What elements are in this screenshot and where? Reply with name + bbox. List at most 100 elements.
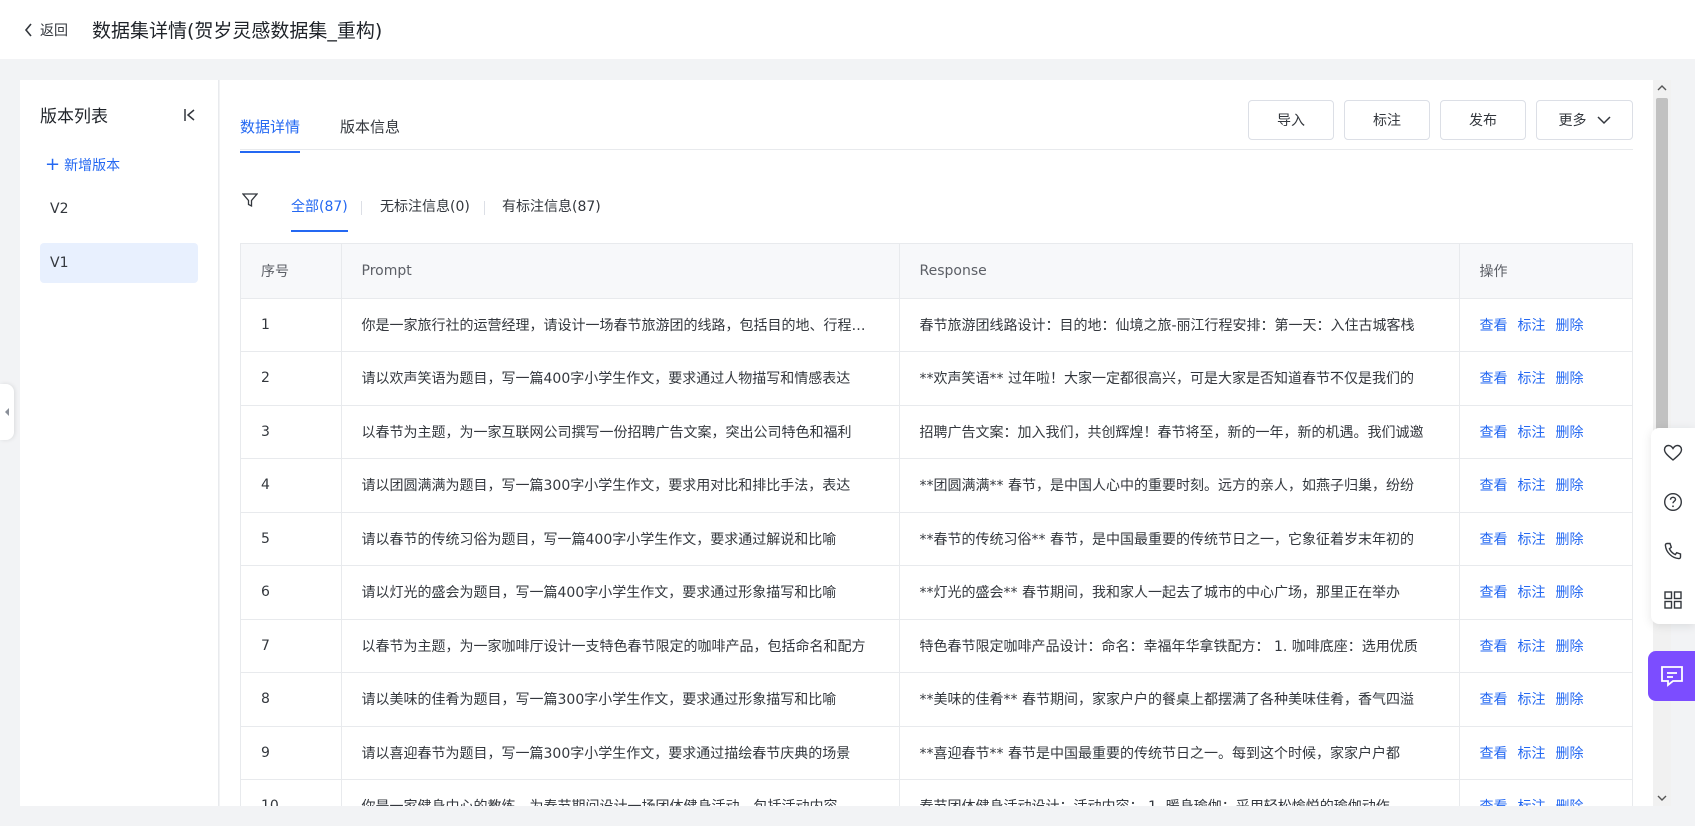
response-cell: **喜迎春节** 春节是中国最重要的传统节日之一。每到这个时候，家家户户都 <box>899 726 1460 780</box>
back-button[interactable]: 返回 <box>24 20 68 40</box>
table-row: 10你是一家健身中心的教练，为春节期间设计一场团体健身活动，包括活动内容春节团体… <box>241 779 1632 806</box>
annotate-button[interactable]: 标注 <box>1344 100 1430 140</box>
filter-unannotated[interactable]: 无标注信息(0) <box>380 196 470 230</box>
view-link[interactable]: 查看 <box>1480 478 1508 494</box>
annotate-link[interactable]: 标注 <box>1518 532 1546 548</box>
expand-panel-toggle[interactable] <box>0 384 14 440</box>
delete-link[interactable]: 删除 <box>1556 318 1584 334</box>
table-row: 6 请以灯光的盛会为题目，写一篇400字小学生作文，要求通过形象描写和比喻 **灯光… <box>241 565 1632 620</box>
chevron-left-icon <box>24 22 32 37</box>
annotate-link[interactable]: 标注 <box>1518 318 1546 334</box>
delete-link[interactable]: 删除 <box>1556 692 1584 708</box>
prompt-cell: 你是一家健身中心的教练，为春节期间设计一场团体健身活动，包括活动内容 <box>341 779 900 806</box>
view-link[interactable]: 查看 <box>1480 585 1508 601</box>
view-link[interactable]: 查看 <box>1480 799 1508 806</box>
annotate-link[interactable]: 标注 <box>1518 478 1546 494</box>
column-header-index: 序号 <box>241 244 342 299</box>
add-version-button[interactable]: + 新增版本 <box>45 155 218 175</box>
view-link[interactable]: 查看 <box>1480 318 1508 334</box>
help-button[interactable] <box>1651 477 1695 526</box>
actions-cell: 查看 标注 删除 <box>1459 779 1632 806</box>
delete-link[interactable]: 删除 <box>1556 746 1584 762</box>
delete-link[interactable]: 删除 <box>1556 478 1584 494</box>
help-icon <box>1663 492 1683 511</box>
publish-button[interactable]: 发布 <box>1440 100 1526 140</box>
annotate-link[interactable]: 标注 <box>1518 425 1546 441</box>
delete-link[interactable]: 删除 <box>1556 371 1584 387</box>
response-cell: 春节团体健身活动设计：活动内容： 1. 暖身瑜伽：采用轻松愉悦的瑜伽动作 <box>899 779 1460 806</box>
row-index-cell: 8 <box>241 672 342 727</box>
filter-annotated[interactable]: 有标注信息(87) <box>502 196 601 230</box>
actions-cell: 查看标注删除 <box>1459 458 1632 513</box>
view-link[interactable]: 查看 <box>1480 692 1508 708</box>
annotate-link[interactable]: 标注 <box>1518 371 1546 387</box>
row-index-cell: 10 <box>241 779 342 806</box>
view-link[interactable]: 查看 <box>1480 639 1508 655</box>
version-sidebar: 版本列表 + 新增版本 V2 V1 <box>20 80 219 806</box>
more-button[interactable]: 更多 <box>1536 100 1633 140</box>
row-index-cell: 9 <box>241 726 342 780</box>
annotate-link[interactable]: 标注 <box>1518 746 1546 762</box>
delete-link[interactable]: 删除 <box>1556 425 1584 441</box>
view-link[interactable]: 查看 <box>1480 532 1508 548</box>
collapse-left-icon[interactable] <box>182 107 198 123</box>
view-link[interactable]: 查看 <box>1480 746 1508 762</box>
annotate-link[interactable]: 标注 <box>1518 799 1546 806</box>
response-cell: **团圆满满** 春节，是中国人心中的重要时刻。远方的亲人，如燕子归巢，纷纷 <box>899 458 1460 513</box>
delete-link[interactable]: 删除 <box>1556 639 1584 655</box>
delete-link[interactable]: 删除 <box>1556 532 1584 548</box>
filter-bar: 全部(87) 无标注信息(0) 有标注信息(87) <box>240 190 840 232</box>
plus-icon: + <box>45 154 61 175</box>
version-item-v2[interactable]: V2 <box>40 189 198 229</box>
sidebar-title: 版本列表 <box>40 107 108 127</box>
caret-left-icon <box>5 408 9 416</box>
view-link[interactable]: 查看 <box>1480 425 1508 441</box>
heart-icon <box>1663 444 1683 461</box>
response-cell: **欢声笑语** 过年啦！大家一定都很高兴，可是大家是否知道春节不仅是我们的 <box>899 351 1460 406</box>
row-index-cell: 3 <box>241 405 342 459</box>
prompt-cell: 以春节为主题，为一家互联网公司撰写一份招聘广告文案，突出公司特色和福利 <box>341 405 900 459</box>
annotate-link[interactable]: 标注 <box>1518 585 1546 601</box>
actions-cell: 查看标注删除 <box>1459 351 1632 406</box>
filter-icon[interactable] <box>242 192 258 208</box>
apps-button[interactable] <box>1651 575 1695 624</box>
filter-all[interactable]: 全部(87) <box>291 196 348 232</box>
tab-version-info[interactable]: 版本信息 <box>340 116 400 151</box>
scroll-down-arrow-icon[interactable] <box>1653 790 1671 806</box>
actions-cell: 查看标注删除 <box>1459 672 1632 727</box>
phone-button[interactable] <box>1651 526 1695 575</box>
table-row: 2 请以欢声笑语为题目，写一篇400字小学生作文，要求通过人物描写和情感表达 **欢… <box>241 351 1632 406</box>
response-cell: **美味的佳肴** 春节期间，家家户户的餐桌上都摆满了各种美味佳肴，香气四溢 <box>899 672 1460 727</box>
tab-data-details[interactable]: 数据详情 <box>240 116 301 153</box>
filter-divider <box>361 201 362 215</box>
favorite-button[interactable] <box>1651 428 1695 477</box>
chevron-down-icon <box>1596 116 1611 125</box>
column-header-prompt: Prompt <box>341 244 900 299</box>
grid-icon <box>1664 590 1682 609</box>
scroll-up-arrow-icon[interactable] <box>1653 80 1671 96</box>
table-row: 9 请以喜迎春节为题目，写一篇300字小学生作文，要求通过描绘春节庆典的场景 **喜… <box>241 726 1632 780</box>
prompt-cell: 以春节为主题，为一家咖啡厅设计一支特色春节限定的咖啡产品，包括命名和配方 <box>341 619 900 673</box>
actions-cell: 查看标注删除 <box>1459 512 1632 566</box>
annotate-link[interactable]: 标注 <box>1518 692 1546 708</box>
more-label: 更多 <box>1558 113 1587 129</box>
back-label: 返回 <box>40 22 68 39</box>
actions-cell: 查看标注删除 <box>1459 298 1632 352</box>
phone-icon <box>1664 542 1682 559</box>
annotate-link[interactable]: 标注 <box>1518 639 1546 655</box>
delete-link[interactable]: 删除 <box>1556 585 1584 601</box>
chat-icon <box>1660 666 1683 687</box>
row-index-cell: 6 <box>241 565 342 620</box>
view-link[interactable]: 查看 <box>1480 371 1508 387</box>
prompt-cell: 请以美味的佳肴为题目，写一篇300字小学生作文，要求通过形象描写和比喻 <box>341 672 900 727</box>
column-header-response: Response <box>899 244 1460 299</box>
page-title: 数据集详情(贺岁灵感数据集_重构) <box>92 20 383 42</box>
data-table: 序号 Prompt Response 操作 1 你是一家旅行社的运营经理，请设计一… <box>240 243 1633 806</box>
prompt-cell: 你是一家旅行社的运营经理，请设计一场春节旅游团的线路，包括目的地、行程安排、特色… <box>341 298 900 352</box>
import-button[interactable]: 导入 <box>1248 100 1334 140</box>
row-index-cell: 1 <box>241 298 342 352</box>
chat-assistant-button[interactable] <box>1648 651 1695 701</box>
version-item-v1[interactable]: V1 <box>40 243 198 283</box>
row-index-cell: 5 <box>241 512 342 566</box>
delete-link[interactable]: 删除 <box>1556 799 1584 806</box>
